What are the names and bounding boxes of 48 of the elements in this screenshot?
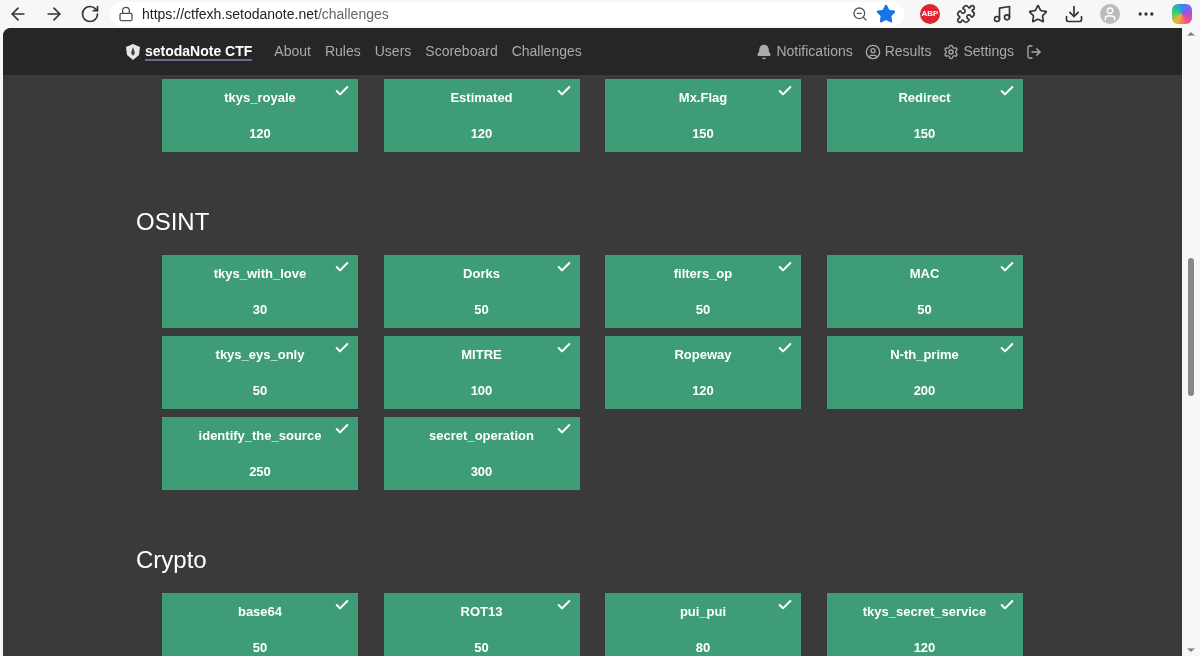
- lock-icon: [118, 6, 134, 22]
- nav-link[interactable]: Settings: [943, 41, 1014, 62]
- favorites-icon[interactable]: [1028, 4, 1048, 24]
- challenge-card[interactable]: Ropeway 120: [605, 336, 801, 409]
- category-heading: Crypto: [136, 545, 208, 575]
- gears-icon: [943, 43, 960, 60]
- nav-link[interactable]: [1026, 43, 1042, 60]
- zoom-out-icon[interactable]: [852, 6, 868, 22]
- copilot-icon[interactable]: [1172, 4, 1192, 24]
- challenge-card[interactable]: Mx.Flag 150: [605, 79, 801, 152]
- challenge-card[interactable]: tkys_secret_service 120: [826, 593, 1023, 656]
- adblock-badge[interactable]: ABP: [920, 4, 940, 24]
- challenge-card[interactable]: pui_pui 80: [605, 593, 801, 656]
- challenge-card[interactable]: ROT13 50: [383, 593, 580, 656]
- category-heading: OSINT: [136, 207, 211, 237]
- challenge-card[interactable]: Estimated 120: [383, 79, 580, 152]
- download-icon[interactable]: [1064, 4, 1084, 24]
- challenge-card[interactable]: Dorks 50: [383, 255, 580, 328]
- nav-link[interactable]: Challenges: [511, 41, 582, 62]
- logout-icon: [1026, 43, 1042, 60]
- url-path: /challenges: [317, 4, 389, 24]
- challenge-card[interactable]: MITRE 100: [383, 336, 580, 409]
- challenge-card[interactable]: secret_operation 300: [383, 417, 580, 490]
- nav-link[interactable]: Rules: [324, 41, 361, 62]
- challenge-card[interactable]: identify_the_source 250: [162, 417, 358, 490]
- nav-link[interactable]: Scoreboard: [425, 41, 498, 62]
- challenge-card[interactable]: tkys_with_love 30: [162, 255, 358, 328]
- nav-link[interactable]: Users: [374, 41, 412, 62]
- challenge-card[interactable]: tkys_royale 120: [162, 79, 358, 152]
- nav-link[interactable]: Notifications: [756, 41, 853, 62]
- star-icon[interactable]: [876, 4, 896, 24]
- puzzle-icon[interactable]: [956, 4, 976, 24]
- challenge-card[interactable]: MAC 50: [826, 255, 1023, 328]
- user-icon: [864, 43, 881, 60]
- pen-shield-icon: [125, 42, 141, 61]
- challenge-card[interactable]: filters_op 50: [605, 255, 801, 328]
- challenge-card[interactable]: tkys_eys_only 50: [162, 336, 358, 409]
- url-host: https://ctfexh.setodanote.net: [142, 4, 318, 24]
- bell-icon: [756, 43, 773, 60]
- reload-icon[interactable]: [80, 4, 100, 24]
- brand-link[interactable]: setodaNote CTF: [145, 42, 253, 61]
- challenge-card[interactable]: N-th_prime 200: [826, 336, 1023, 409]
- address-bar[interactable]: https://ctfexh.setodanote.net/challenges: [110, 2, 904, 26]
- music-icon[interactable]: [992, 4, 1012, 24]
- challenge-card[interactable]: base64 50: [162, 593, 358, 656]
- nav-link[interactable]: Results: [864, 41, 932, 62]
- challenge-card[interactable]: Redirect 150: [826, 79, 1023, 152]
- nav-link[interactable]: About: [274, 41, 311, 62]
